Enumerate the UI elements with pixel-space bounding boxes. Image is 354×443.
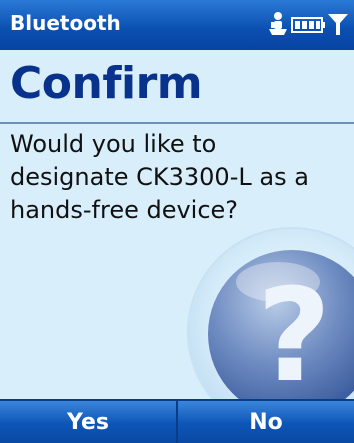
yes-softkey[interactable]: Yes [0,401,176,443]
dialog-content: Confirm Would you like to designate CK33… [0,50,354,399]
heading-divider [0,122,354,124]
signal-icon[interactable] [328,14,348,35]
question-mark-icon: ? [187,227,354,399]
dialog-heading: Confirm [10,58,203,109]
title-bar: Bluetooth [0,0,354,50]
app-title: Bluetooth [10,11,121,35]
dialog-message: Would you like to designate CK3300-L as … [10,130,309,224]
softkey-bar: Yes No [0,399,354,443]
connectivity-icon[interactable] [269,12,287,35]
status-icons [266,8,350,40]
battery-icon[interactable] [291,17,325,33]
question-mark-glyph: ? [257,262,331,399]
no-softkey[interactable]: No [178,401,354,443]
